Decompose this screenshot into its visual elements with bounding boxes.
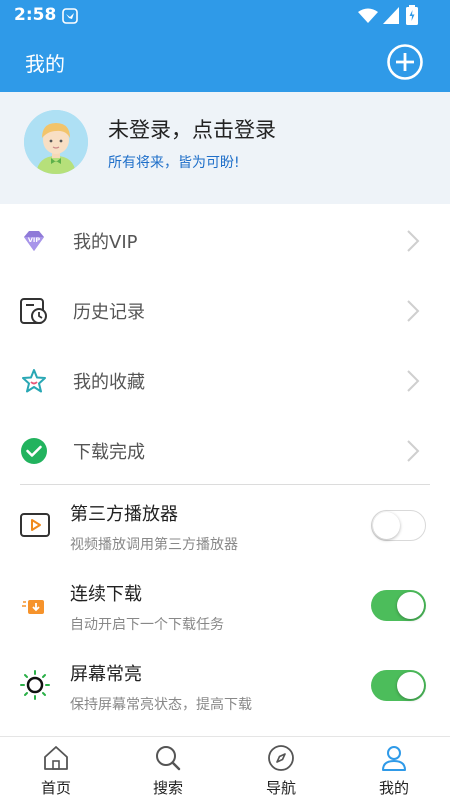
nav-search[interactable]: 搜索	[112, 737, 224, 800]
chevron-right-icon	[407, 230, 420, 252]
status-time: 2:58	[14, 5, 57, 25]
player-icon	[20, 513, 50, 537]
star-icon	[22, 369, 46, 393]
setting-description: 自动开启下一个下载任务	[70, 617, 224, 633]
app-bar: 我的	[0, 32, 450, 92]
profile-card[interactable]: 未登录，点击登录 所有将来，皆为可盼!	[0, 92, 450, 204]
chevron-right-icon	[407, 300, 420, 322]
section-divider	[20, 484, 430, 485]
wifi-icon	[358, 8, 378, 23]
svg-text:VIP: VIP	[28, 236, 40, 244]
setting-title: 连续下载	[70, 584, 142, 605]
menu-item-history[interactable]: 历史记录	[0, 275, 450, 345]
menu-item-vip[interactable]: VIP 我的VIP	[0, 205, 450, 275]
add-circle-icon[interactable]	[386, 43, 424, 81]
nav-navigation[interactable]: 导航	[225, 737, 337, 800]
download-box-icon	[22, 600, 44, 614]
menu-label: 下载完成	[73, 442, 145, 463]
history-clock-icon	[20, 298, 47, 324]
chevron-right-icon	[407, 370, 420, 392]
screen-on-toggle[interactable]	[371, 670, 426, 701]
setting-title: 屏幕常亮	[70, 664, 142, 685]
compass-icon	[268, 745, 294, 771]
search-icon	[156, 746, 181, 771]
setting-continuous-download: 连续下载 自动开启下一个下载任务	[0, 566, 450, 646]
menu-label: 我的收藏	[73, 372, 145, 393]
setting-screen-on: 屏幕常亮 保持屏幕常亮状态，提高下载	[0, 646, 450, 726]
menu-item-downloads[interactable]: 下载完成	[0, 415, 450, 485]
toggle-knob	[397, 592, 424, 619]
avatar[interactable]	[24, 110, 88, 174]
battery-icon	[406, 5, 418, 25]
setting-description: 保持屏幕常亮状态，提高下载	[70, 697, 252, 713]
nav-label: 导航	[265, 779, 296, 797]
login-prompt[interactable]: 未登录，点击登录	[108, 114, 276, 144]
notification-bird-icon	[62, 8, 78, 24]
setting-description: 视频播放调用第三方播放器	[70, 537, 238, 553]
nav-label: 我的	[378, 779, 409, 797]
sun-icon	[20, 670, 50, 700]
page-title: 我的	[25, 52, 65, 76]
menu-item-favorites[interactable]: 我的收藏	[0, 345, 450, 415]
status-bar: 2:58	[0, 0, 450, 32]
nav-home[interactable]: 首页	[0, 737, 112, 800]
continuous-download-toggle[interactable]	[371, 590, 426, 621]
user-icon	[382, 746, 406, 771]
menu-label: 我的VIP	[73, 232, 138, 253]
menu-label: 历史记录	[73, 302, 145, 323]
home-icon	[44, 746, 68, 770]
third-party-player-toggle[interactable]	[371, 510, 426, 541]
profile-motto: 所有将来，皆为可盼!	[108, 155, 240, 171]
chevron-right-icon	[407, 440, 420, 462]
avatar-boy-icon	[24, 110, 88, 174]
nav-label: 搜索	[152, 779, 183, 797]
bottom-navigation: 首页 搜索 导航 我的	[0, 736, 450, 800]
toggle-knob	[397, 672, 424, 699]
toggle-knob	[373, 512, 400, 539]
vip-diamond-icon: VIP	[24, 231, 44, 251]
nav-label: 首页	[40, 779, 71, 797]
nav-mine[interactable]: 我的	[338, 737, 450, 800]
setting-title: 第三方播放器	[70, 504, 178, 525]
setting-third-party-player: 第三方播放器 视频播放调用第三方播放器	[0, 486, 450, 566]
signal-icon	[383, 7, 399, 24]
check-circle-icon	[21, 438, 47, 464]
